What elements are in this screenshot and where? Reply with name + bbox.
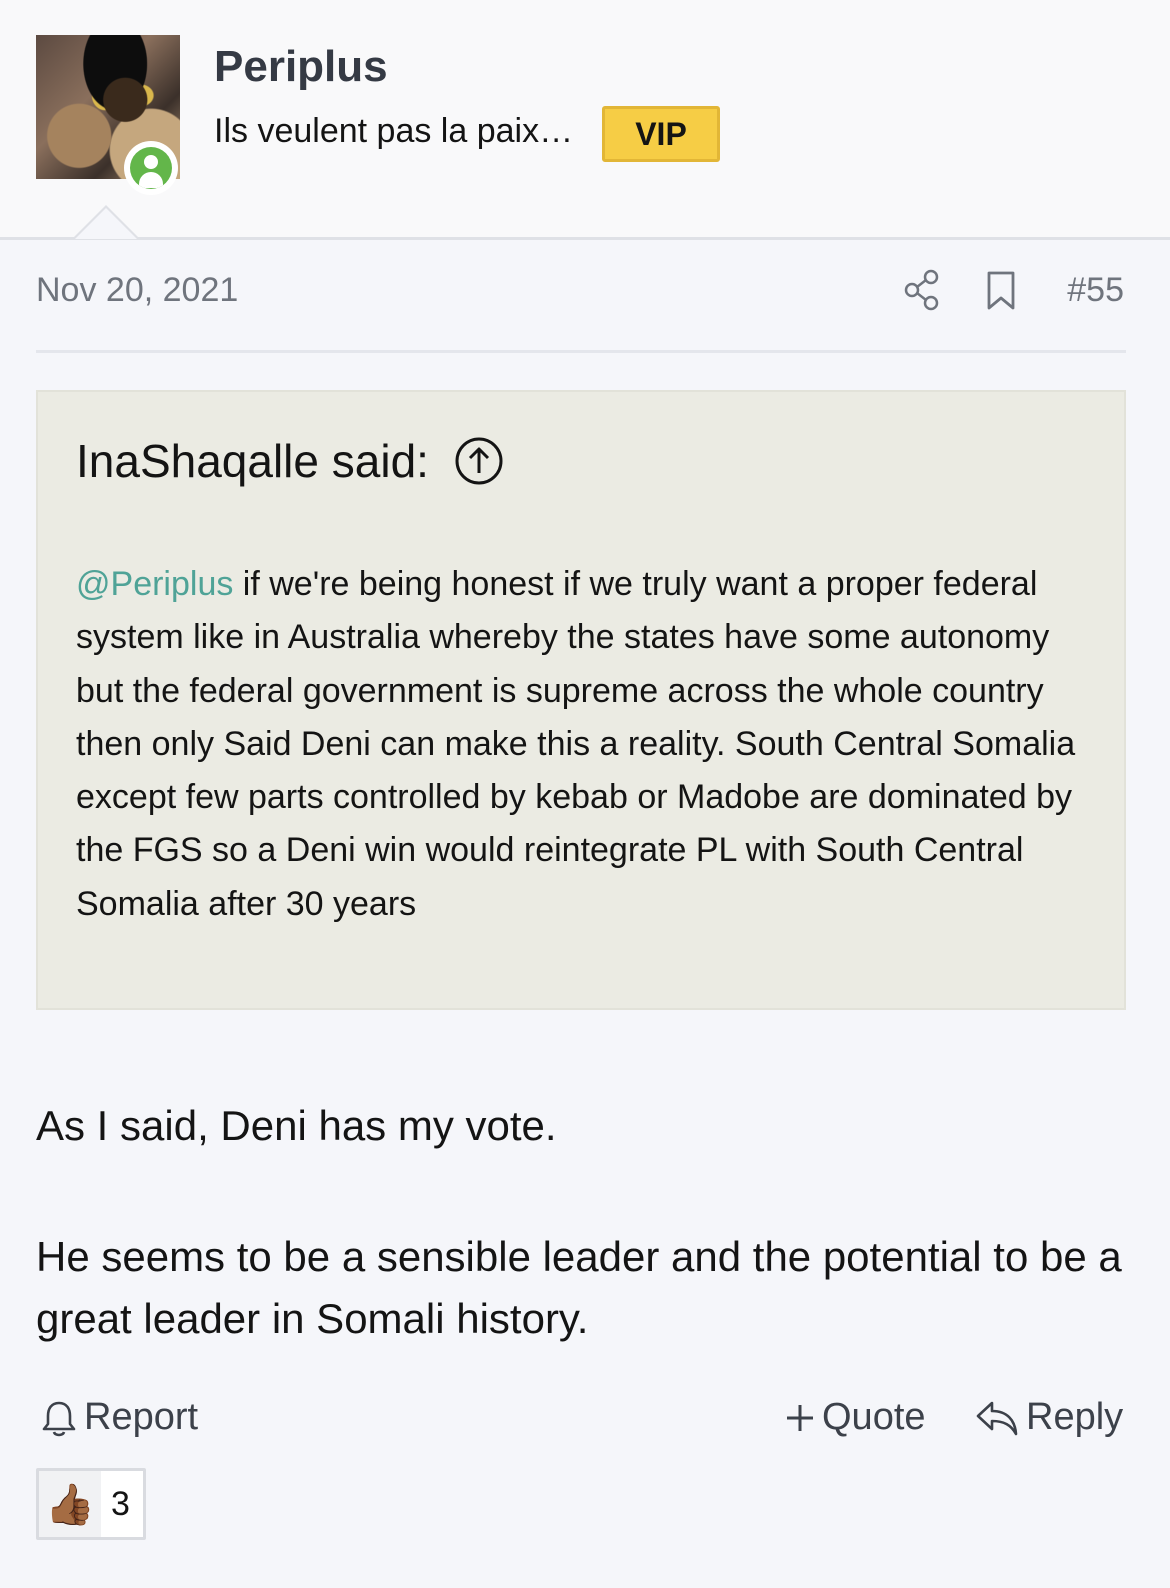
user-title: Ils veulent pas la paix… — [214, 112, 574, 150]
quote-author[interactable]: InaShaqalle said: — [76, 434, 429, 488]
divider — [36, 350, 1126, 353]
quote-content: if we're being honest if we truly want a… — [76, 565, 1076, 923]
reaction-emoji: 👍🏾 — [45, 1482, 95, 1527]
reply-button[interactable]: Reply — [974, 1396, 1123, 1439]
avatar[interactable] — [36, 35, 180, 195]
quote-header: InaShaqalle said: — [76, 434, 505, 488]
jump-up-icon[interactable] — [453, 435, 505, 487]
reaction-summary[interactable]: 👍🏾 3 — [36, 1468, 146, 1540]
mention-link[interactable]: @Periplus — [76, 565, 233, 603]
post-body-paragraph: As I said, Deni has my vote. — [36, 1102, 557, 1149]
report-label: Report — [84, 1396, 199, 1438]
quote-button[interactable]: Quote — [784, 1396, 926, 1439]
post-header: Periplus Ils veulent pas la paix… VIP — [0, 0, 1170, 240]
bell-icon — [42, 1401, 76, 1436]
quote-text: @Periplus if we're being honest if we tr… — [76, 558, 1096, 931]
quote-block: InaShaqalle said: @Periplus if we're bei… — [36, 390, 1126, 1010]
header-pointer — [72, 205, 140, 239]
reaction-count: 3 — [111, 1484, 130, 1523]
reply-label: Reply — [1026, 1396, 1124, 1438]
username[interactable]: Periplus — [214, 42, 388, 92]
reply-arrow-icon — [976, 1401, 1018, 1435]
post-body-paragraph: He seems to be a sensible leader and the… — [36, 1233, 1122, 1342]
quote-label: Quote — [822, 1396, 926, 1438]
vip-badge: VIP — [602, 106, 720, 162]
thumbs-up-icon: 👍🏾 — [39, 1471, 101, 1537]
post-date[interactable]: Nov 20, 2021 — [36, 271, 238, 310]
online-user-icon — [124, 141, 178, 195]
bookmark-icon[interactable] — [984, 268, 1018, 312]
share-icon[interactable] — [902, 268, 942, 312]
plus-icon — [787, 1404, 813, 1431]
post-number[interactable]: #55 — [1067, 271, 1124, 310]
report-button[interactable]: Report — [40, 1396, 198, 1439]
